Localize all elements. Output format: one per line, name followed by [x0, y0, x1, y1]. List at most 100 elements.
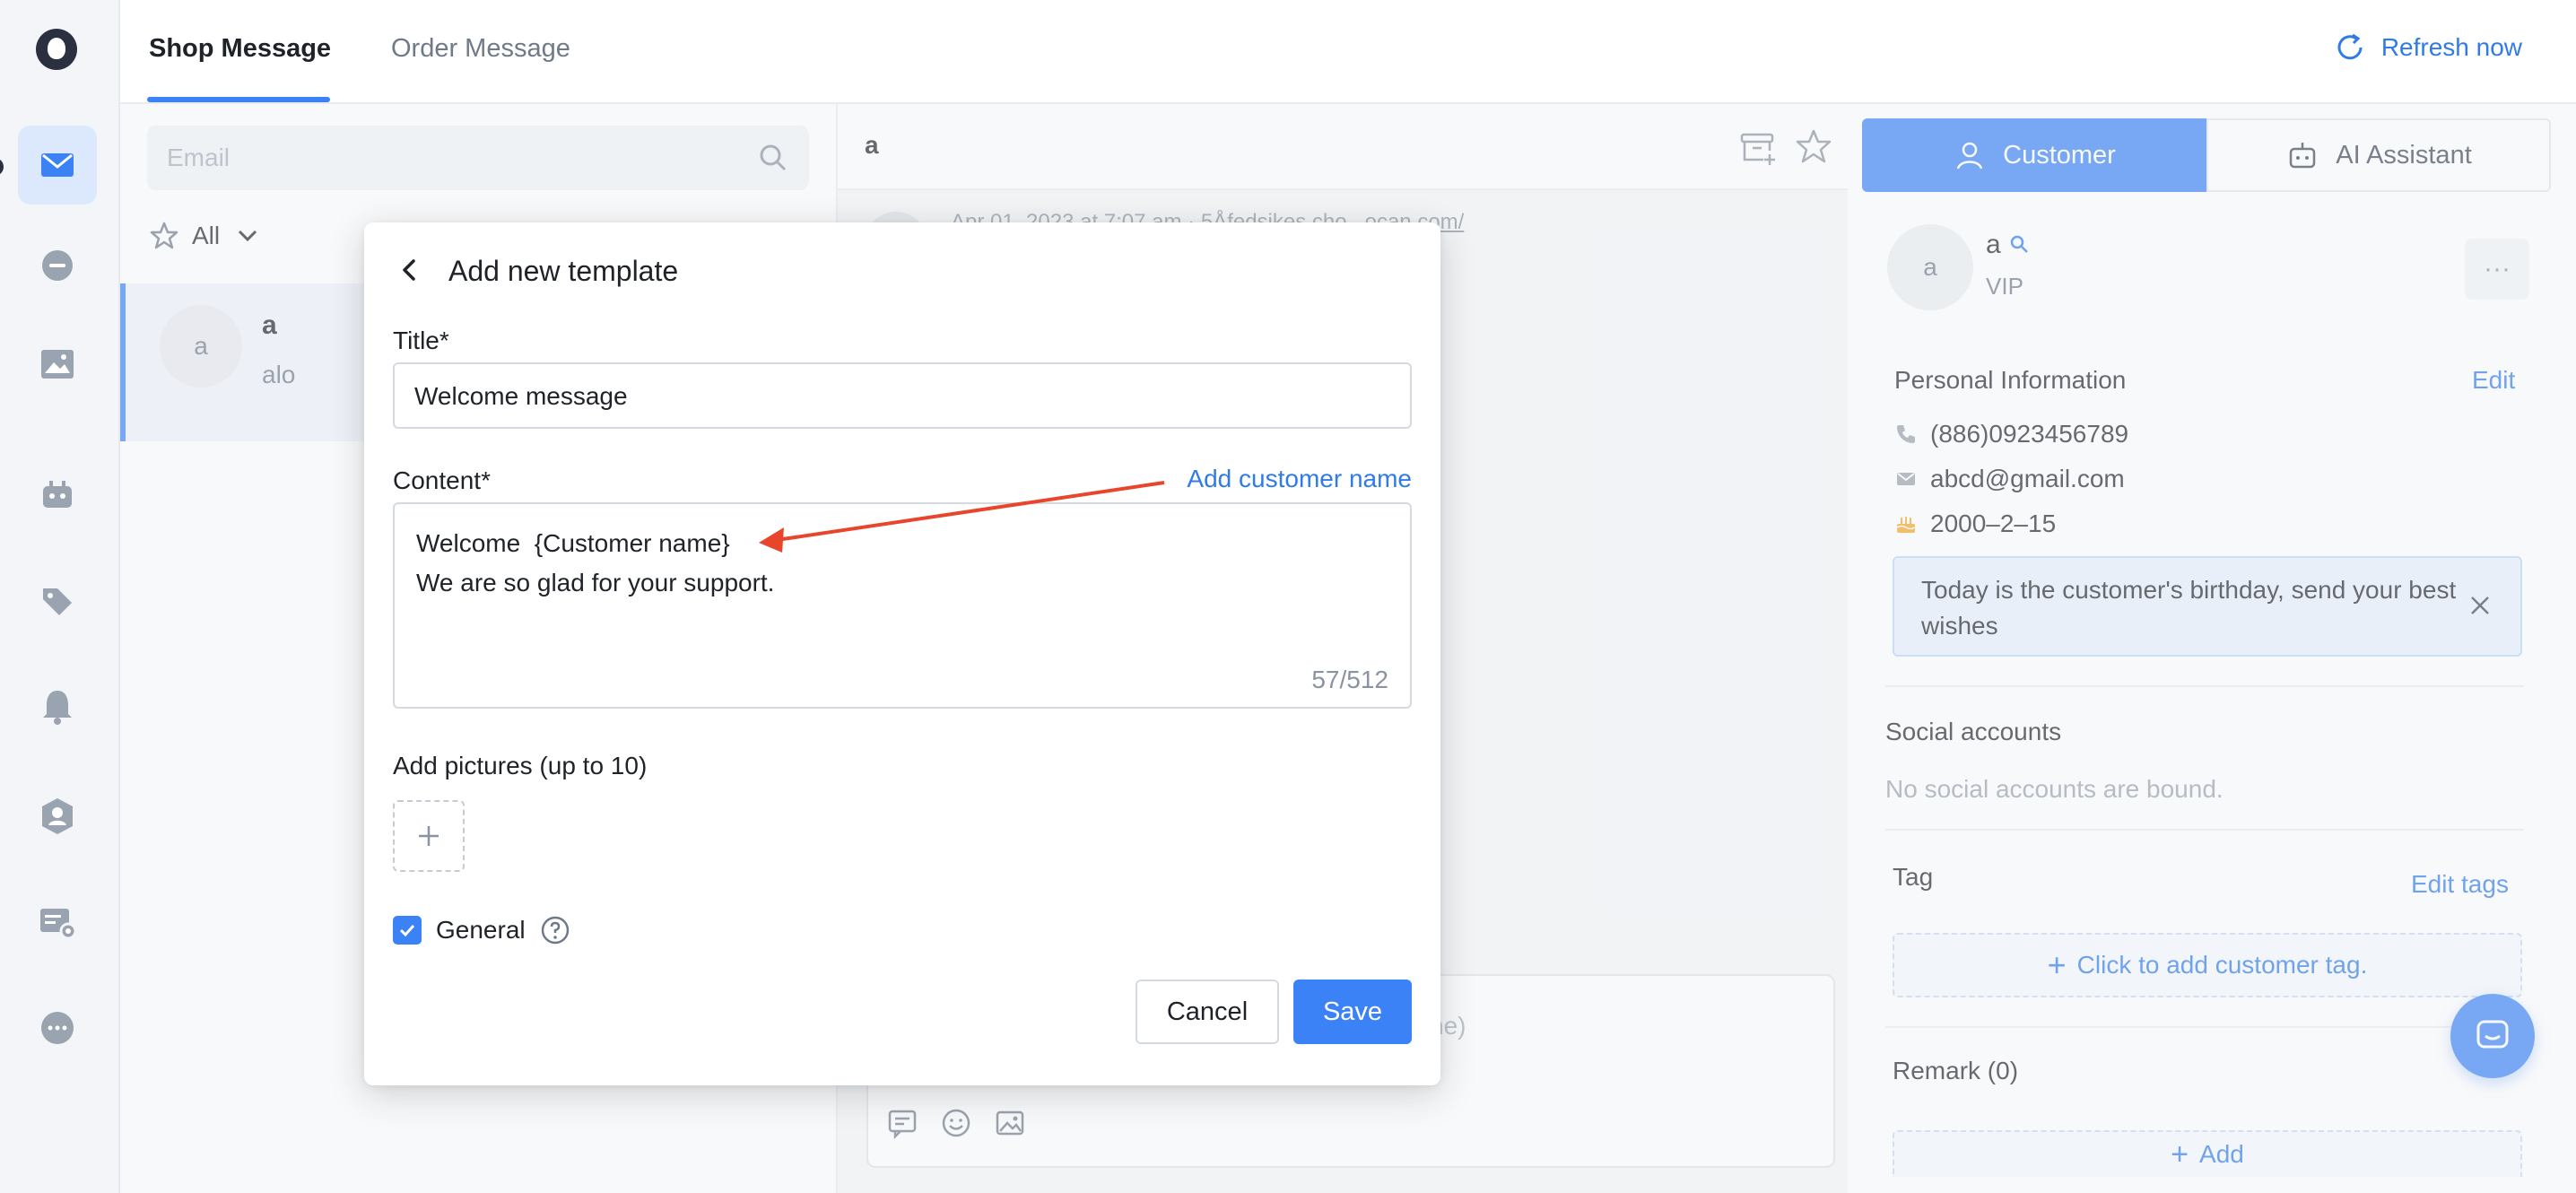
- plus-icon: +: [2047, 946, 2067, 983]
- rail-edge-indicator: [0, 158, 4, 176]
- content-field-label: Content*: [393, 466, 491, 494]
- dialog-title: Add new template: [448, 255, 679, 287]
- customer-email: abcd@gmail.com: [1930, 465, 2125, 492]
- cancel-button[interactable]: Cancel: [1136, 980, 1279, 1044]
- plus-icon: +: [2171, 1137, 2189, 1171]
- search-icon[interactable]: [757, 142, 789, 174]
- rail-tags[interactable]: [18, 562, 97, 640]
- rail-robot[interactable]: [18, 456, 97, 535]
- customer-birthday: 2000–2–15: [1930, 509, 2057, 537]
- chevron-down-icon: [239, 230, 257, 242]
- tab-order-message[interactable]: Order Message: [391, 34, 570, 64]
- image-icon[interactable]: [994, 1107, 1026, 1139]
- robot-icon: [43, 481, 72, 508]
- divider: [1885, 685, 2524, 687]
- user-search-icon[interactable]: [2008, 233, 2032, 257]
- composer-toolbar: [886, 1107, 1026, 1139]
- more-icon: [41, 1012, 74, 1044]
- content-textarea[interactable]: Welcome {Customer name} We are so glad f…: [393, 502, 1412, 709]
- title-input[interactable]: Welcome message: [393, 362, 1412, 429]
- image-icon: [41, 350, 74, 379]
- title-input-value: Welcome message: [414, 382, 628, 410]
- top-bar: Shop Message Order Message Refresh now: [120, 0, 2576, 104]
- chat-title: a: [865, 131, 879, 159]
- conversation-name: a: [262, 310, 277, 340]
- active-tab-indicator: [147, 97, 330, 102]
- tag-title: Tag: [1893, 863, 1934, 891]
- tab-ai-assistant-label: AI Assistant: [2336, 140, 2472, 170]
- mail-icon: [1897, 473, 1915, 485]
- user-icon: [1956, 142, 1983, 170]
- tab-customer[interactable]: Customer: [1862, 118, 2206, 192]
- rail-mail[interactable]: [18, 126, 97, 205]
- back-arrow-icon[interactable]: [396, 257, 423, 283]
- general-label: General: [436, 916, 526, 944]
- customer-name-row: a: [1986, 230, 2032, 260]
- birthday-notice-text: Today is the customer's birthday, send y…: [1921, 576, 2457, 640]
- email-row: abcd@gmail.com: [1894, 465, 2125, 493]
- icon-rail: [0, 0, 120, 1193]
- add-template-dialog: Add new template Title* Welcome message …: [364, 222, 1440, 1085]
- social-accounts-title: Social accounts: [1885, 718, 2062, 745]
- content-line: We are so glad for your support.: [416, 569, 775, 596]
- title-field-label: Title*: [393, 327, 449, 354]
- rail-chat[interactable]: [18, 226, 97, 305]
- user-shield-icon: [42, 798, 73, 834]
- star-icon[interactable]: [1794, 127, 1833, 167]
- add-remark-label: Add: [2199, 1140, 2244, 1168]
- birthday-notice: Today is the customer's birthday, send y…: [1893, 556, 2522, 657]
- pictures-label: Add pictures (up to 10): [393, 752, 648, 779]
- edit-link[interactable]: Edit: [2472, 366, 2515, 395]
- chat-bubble-icon: [2476, 1020, 2509, 1049]
- help-icon[interactable]: [540, 915, 570, 945]
- rail-media[interactable]: [18, 325, 97, 404]
- cake-icon: [1896, 517, 1916, 533]
- refresh-button[interactable]: Refresh now: [2333, 30, 2522, 65]
- rail-customers[interactable]: [18, 777, 97, 856]
- chat-bubble-icon: [42, 250, 73, 281]
- more-button[interactable]: ···: [2465, 239, 2529, 300]
- app-logo: [36, 29, 77, 70]
- customer-phone: (886)0923456789: [1930, 420, 2129, 448]
- search-input[interactable]: Email: [147, 126, 809, 190]
- mail-icon: [41, 153, 74, 177]
- phone-icon: [1897, 425, 1915, 443]
- general-checkbox[interactable]: [393, 916, 422, 945]
- social-accounts-empty: No social accounts are bound.: [1885, 775, 2224, 803]
- search-placeholder: Email: [167, 144, 231, 171]
- emoji-icon[interactable]: [940, 1107, 972, 1139]
- remark-title: Remark (0): [1893, 1057, 2019, 1084]
- customer-level: VIP: [1986, 273, 2023, 300]
- rail-more[interactable]: [18, 988, 97, 1067]
- content-line: Welcome {Customer name}: [416, 529, 730, 557]
- template-icon[interactable]: [886, 1107, 918, 1139]
- filter-dropdown[interactable]: All: [149, 221, 263, 251]
- checkmark-icon: [399, 924, 415, 937]
- save-button[interactable]: Save: [1293, 980, 1412, 1044]
- edit-tags-link[interactable]: Edit tags: [2411, 870, 2509, 899]
- phone-row: (886)0923456789: [1894, 420, 2128, 448]
- add-tag-button[interactable]: + Click to add customer tag.: [1893, 933, 2522, 997]
- close-icon[interactable]: [2467, 592, 2493, 619]
- add-picture-button[interactable]: [393, 800, 465, 872]
- tab-ai-assistant[interactable]: AI Assistant: [2206, 118, 2551, 192]
- filter-label: All: [192, 222, 221, 249]
- rail-settings[interactable]: [18, 883, 97, 962]
- plus-icon: [419, 826, 439, 846]
- settings-card-icon: [40, 909, 77, 940]
- bell-icon: [43, 691, 72, 725]
- add-customer-name-link[interactable]: Add customer name: [1187, 465, 1412, 493]
- tab-shop-message[interactable]: Shop Message: [149, 34, 331, 64]
- support-chat-button[interactable]: [2450, 994, 2535, 1078]
- chat-header: a: [838, 104, 1848, 190]
- birthday-row: 2000–2–15: [1894, 509, 2056, 538]
- rail-notifications[interactable]: [18, 667, 97, 746]
- refresh-icon: [2337, 33, 2363, 60]
- conversation-preview: alo: [262, 361, 296, 388]
- customer-name: a: [1986, 230, 2001, 259]
- avatar: a: [160, 305, 242, 388]
- refresh-label: Refresh now: [2380, 33, 2522, 61]
- add-remark-button[interactable]: + Add: [1893, 1130, 2522, 1177]
- archive-icon[interactable]: [1738, 127, 1778, 167]
- personal-info-title: Personal Information: [1894, 366, 2127, 394]
